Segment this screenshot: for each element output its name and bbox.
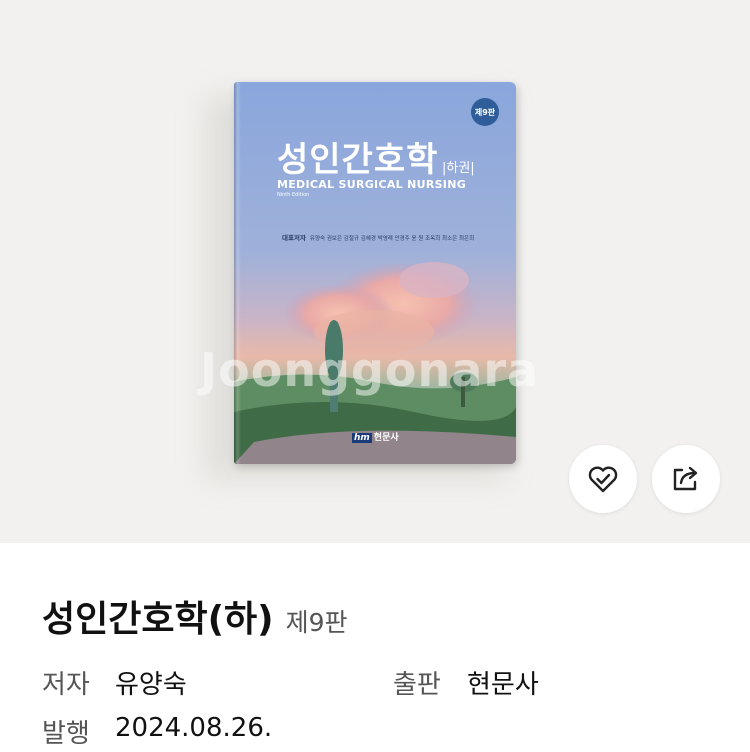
book-spine bbox=[234, 82, 241, 464]
cover-english-edition: Ninth Edition bbox=[277, 192, 310, 198]
heart-check-icon bbox=[588, 466, 618, 493]
cover-publisher: hm 현문사 bbox=[352, 430, 399, 443]
wishlist-button[interactable] bbox=[569, 445, 637, 513]
publisher-value: 현문사 bbox=[467, 670, 539, 700]
cover-authors-names: 유양숙 권보은 김철규 김혜경 박영례 안경주 윤 원 조옥희 최소은 최은희 bbox=[309, 236, 475, 242]
cover-authors-label: 대표저자 bbox=[282, 234, 306, 242]
product-image-area: 제9판 성인간호학 |하권| MEDICAL SURGICAL NURSING … bbox=[0, 0, 750, 543]
author-value: 유양숙 bbox=[115, 670, 187, 700]
cover-subtitle: |하권| bbox=[442, 161, 475, 176]
cover-publisher-name: 현문사 bbox=[373, 433, 399, 443]
author-label: 저자 bbox=[42, 670, 90, 700]
cover-english-title: MEDICAL SURGICAL NURSING bbox=[277, 178, 467, 191]
publisher-label: 출판 bbox=[393, 670, 441, 700]
share-icon bbox=[673, 466, 698, 491]
product-edition: 제9판 bbox=[285, 608, 348, 637]
cover-title: 성인간호학 bbox=[277, 140, 439, 180]
title-row: 성인간호학(하) 제9판 bbox=[42, 590, 348, 642]
date-label: 발행 bbox=[42, 719, 90, 749]
cover-edition-badge: 제9판 bbox=[471, 98, 499, 126]
publisher-logo: hm bbox=[352, 433, 372, 443]
book-cover: 제9판 성인간호학 |하권| MEDICAL SURGICAL NURSING … bbox=[234, 82, 516, 464]
cover-authors: 대표저자 유양숙 권보은 김철규 김혜경 박영례 안경주 윤 원 조옥희 최소은 … bbox=[282, 232, 474, 242]
date-value: 2024.08.26. bbox=[115, 713, 273, 743]
watermark: Joonggonara bbox=[200, 343, 540, 397]
share-button[interactable] bbox=[652, 445, 720, 513]
product-title: 성인간호학(하) bbox=[42, 599, 274, 640]
